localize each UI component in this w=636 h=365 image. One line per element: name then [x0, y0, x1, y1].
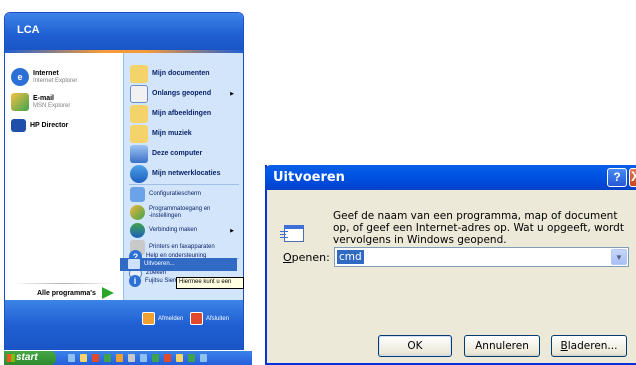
- shutdown-button[interactable]: Afsluiten: [190, 312, 229, 325]
- system-label-cont: -instellingen: [149, 212, 182, 219]
- pinned-title: E-mail: [33, 94, 55, 102]
- hp-director-icon: [11, 119, 26, 132]
- internet-explorer-icon: e: [11, 68, 29, 86]
- pinned-subtitle: MSN Explorer: [33, 102, 71, 109]
- place-label: Mijn documenten: [152, 70, 210, 77]
- browse-label: laderen...: [567, 340, 618, 352]
- quicklaunch-icon[interactable]: [176, 354, 183, 362]
- quicklaunch-icon[interactable]: [116, 354, 123, 362]
- place-label: Mijn muziek: [152, 130, 192, 137]
- logoff-icon: [142, 312, 155, 325]
- system-label: Programmatoegang en: [149, 205, 211, 212]
- control-panel-icon: [130, 187, 145, 202]
- open-input-value[interactable]: cmd: [337, 250, 364, 264]
- quicklaunch-icon[interactable]: [80, 354, 87, 362]
- system-label: Verbinding maken: [149, 227, 198, 233]
- control-panel-item[interactable]: Configuratiescherm: [130, 187, 201, 202]
- all-programs-label: Alle programma's: [37, 289, 96, 297]
- run-icon: [280, 223, 304, 243]
- dialog-title: Uitvoeren: [273, 170, 345, 185]
- place-label: Deze computer: [152, 150, 203, 157]
- system-label: Uitvoeren...: [144, 261, 175, 267]
- tooltip: Hiermee kunt u een: [176, 277, 244, 289]
- pictures-folder-icon: [130, 105, 148, 123]
- quicklaunch-icon[interactable]: [200, 354, 207, 362]
- green-arrow-icon: [101, 287, 114, 299]
- taskbar: start: [4, 351, 252, 365]
- quicklaunch-icon[interactable]: [92, 354, 99, 362]
- place-my-documents[interactable]: Mijn documenten: [130, 65, 210, 83]
- place-network[interactable]: Mijn netwerklocaties: [130, 165, 220, 183]
- user-name: LCA: [17, 24, 40, 36]
- quicklaunch-icon[interactable]: [104, 354, 111, 362]
- network-icon: [130, 165, 148, 183]
- msn-explorer-icon: [11, 93, 29, 111]
- system-label: Fujitsu Siem: [145, 277, 179, 284]
- place-label: Onlangs geopend: [152, 90, 212, 97]
- run-dialog: Uitvoeren ? X Geef de naam van een progr…: [265, 165, 636, 365]
- windows-flag-icon: [7, 354, 15, 362]
- place-my-computer[interactable]: Deze computer: [130, 145, 202, 163]
- recent-documents-icon: [130, 85, 148, 103]
- place-music[interactable]: Mijn muziek: [130, 125, 192, 143]
- title-bar[interactable]: Uitvoeren ? X: [265, 165, 636, 190]
- open-label: Openen:: [283, 251, 330, 264]
- pinned-title: HP Director: [30, 121, 69, 129]
- all-programs-button[interactable]: Alle programma's: [37, 286, 114, 300]
- quicklaunch-icon[interactable]: [128, 354, 135, 362]
- pinned-programs-panel: e Internet Internet Explorer E-mail MSN …: [5, 53, 123, 312]
- quicklaunch-icon[interactable]: [140, 354, 147, 362]
- place-pictures[interactable]: Mijn afbeeldingen: [130, 105, 211, 123]
- close-button[interactable]: X: [629, 168, 636, 187]
- shutdown-label: Afsluiten: [206, 315, 230, 322]
- submenu-arrow-icon: ▶: [230, 91, 234, 97]
- start-menu-header: LCA: [5, 13, 243, 50]
- dialog-description: Geef de naam van een programma, map of d…: [333, 210, 624, 246]
- open-combobox[interactable]: cmd ▼: [334, 247, 629, 267]
- pinned-hp-director[interactable]: HP Director: [11, 119, 68, 132]
- program-access-icon: [130, 205, 145, 220]
- submenu-arrow-icon: ▶: [230, 227, 234, 234]
- all-programs-separator: [12, 283, 116, 284]
- quicklaunch-icon[interactable]: [68, 354, 75, 362]
- place-label: Mijn afbeeldingen: [152, 110, 212, 117]
- logoff-button[interactable]: Afmelden: [142, 312, 183, 325]
- open-label-accel: O: [283, 251, 292, 264]
- quicklaunch-icon[interactable]: [152, 354, 159, 362]
- start-button[interactable]: start: [4, 351, 56, 365]
- close-icon: X: [631, 169, 636, 184]
- run-item[interactable]: Uitvoeren...: [128, 259, 175, 269]
- run-icon: [128, 259, 140, 269]
- pinned-subtitle: Internet Explorer: [33, 77, 78, 84]
- place-label: Mijn netwerklocaties: [152, 170, 221, 177]
- power-icon: [190, 312, 203, 325]
- quicklaunch-icon[interactable]: [188, 354, 195, 362]
- pinned-email[interactable]: E-mail MSN Explorer: [11, 93, 70, 111]
- system-label: Configuratiescherm: [149, 191, 202, 197]
- fujitsu-item[interactable]: i Fujitsu Siem: [129, 275, 178, 287]
- logoff-label: Afmelden: [158, 315, 184, 322]
- fujitsu-icon: i: [129, 275, 141, 287]
- computer-icon: [130, 145, 148, 163]
- connect-item[interactable]: Verbinding maken ▶: [130, 223, 240, 238]
- start-label: start: [16, 352, 38, 363]
- folder-icon: [130, 65, 148, 83]
- help-button[interactable]: ?: [607, 168, 627, 187]
- pinned-title: Internet: [33, 69, 59, 77]
- connect-icon: [130, 223, 145, 238]
- ok-button[interactable]: OK: [378, 335, 452, 357]
- cancel-button[interactable]: Annuleren: [464, 335, 540, 357]
- start-menu-footer: [5, 300, 243, 350]
- chevron-down-icon[interactable]: ▼: [611, 249, 627, 265]
- pinned-internet[interactable]: e Internet Internet Explorer: [11, 68, 77, 86]
- browse-accel: B: [560, 340, 568, 352]
- open-label-text: penen:: [291, 251, 330, 264]
- quicklaunch-icon[interactable]: [164, 354, 171, 362]
- separator: [129, 184, 239, 185]
- music-folder-icon: [130, 125, 148, 143]
- browse-button[interactable]: Bladeren...: [551, 335, 627, 357]
- program-access-item[interactable]: Programmatoegang en -instellingen: [130, 205, 210, 220]
- place-recent[interactable]: Onlangs geopend ▶: [130, 85, 240, 103]
